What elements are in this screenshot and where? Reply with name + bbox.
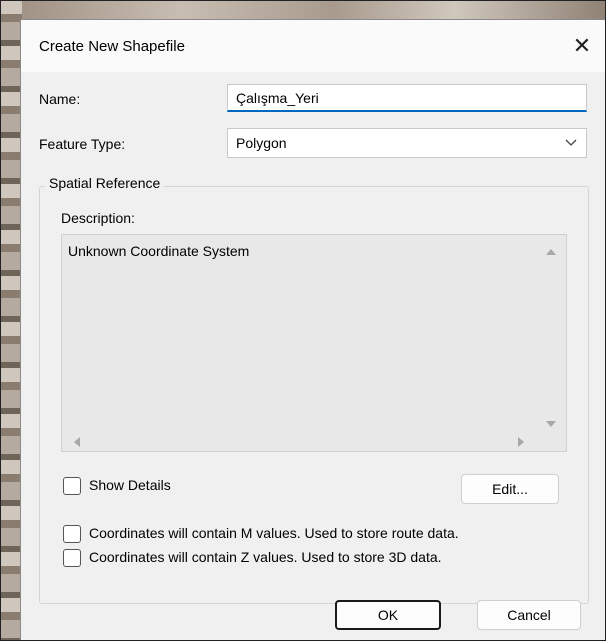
create-shapefile-dialog: Create New Shapefile ✕ Name: Feature Typ… <box>20 19 606 641</box>
feature-type-select[interactable]: Polygon <box>227 128 587 158</box>
show-details-checkbox[interactable] <box>63 477 81 495</box>
name-input[interactable] <box>227 84 587 112</box>
feature-type-value: Polygon <box>236 135 287 151</box>
description-text: Unknown Coordinate System <box>68 243 250 259</box>
spatial-reference-label: Spatial Reference <box>45 175 165 191</box>
background-image-edge <box>0 0 22 641</box>
description-box[interactable]: Unknown Coordinate System <box>61 234 567 452</box>
scroll-left-icon[interactable] <box>74 437 80 447</box>
dialog-title: Create New Shapefile <box>39 38 185 55</box>
chevron-down-icon <box>565 139 577 146</box>
background-image <box>0 0 606 20</box>
close-button[interactable]: ✕ <box>559 26 605 66</box>
ok-button[interactable]: OK <box>335 600 441 630</box>
z-values-label: Coordinates will contain Z values. Used … <box>89 549 442 565</box>
m-values-label: Coordinates will contain M values. Used … <box>89 525 459 541</box>
m-values-checkbox[interactable] <box>63 525 81 543</box>
scroll-up-icon[interactable] <box>546 249 556 255</box>
edit-button[interactable]: Edit... <box>461 474 559 504</box>
cancel-button[interactable]: Cancel <box>477 600 581 630</box>
show-details-label: Show Details <box>89 477 171 493</box>
description-label: Description: <box>61 210 135 226</box>
scroll-down-icon[interactable] <box>546 421 556 427</box>
scroll-right-icon[interactable] <box>518 437 524 447</box>
close-icon: ✕ <box>572 33 592 58</box>
z-values-checkbox[interactable] <box>63 549 81 567</box>
name-label: Name: <box>39 91 81 107</box>
title-bar[interactable]: Create New Shapefile ✕ <box>21 20 605 72</box>
feature-type-label: Feature Type: <box>39 136 126 152</box>
